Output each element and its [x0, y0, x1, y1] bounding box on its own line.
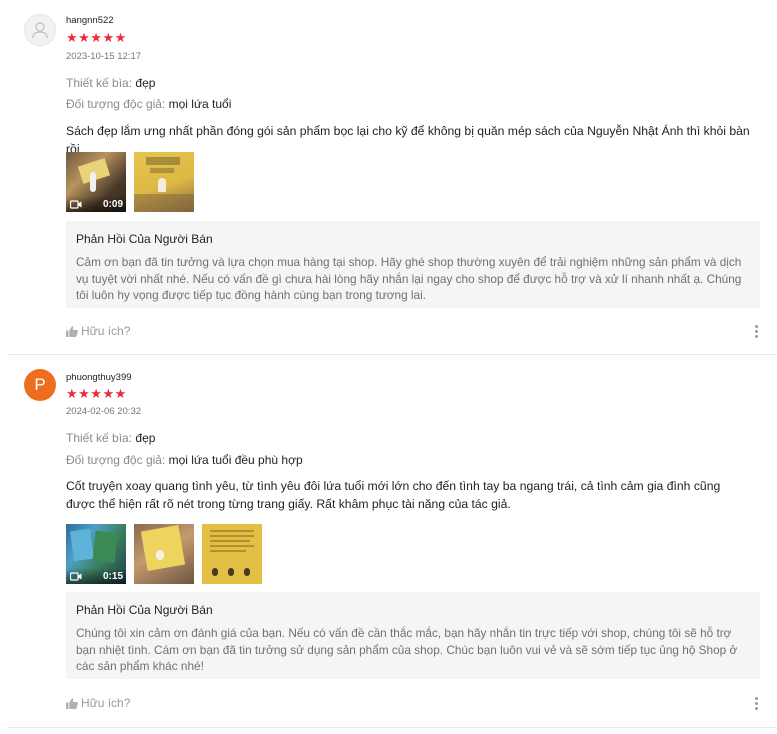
review-image-thumbnail[interactable] — [134, 152, 194, 212]
attribute-label: Thiết kế bìa: — [66, 431, 133, 445]
username[interactable]: hangnn522 — [66, 15, 114, 26]
review-divider — [8, 727, 777, 728]
helpful-button[interactable]: Hữu ích? — [66, 324, 130, 338]
attribute-cover-design: Thiết kế bìa: đẹp — [66, 76, 155, 90]
video-camera-icon — [70, 199, 82, 209]
review-video-thumbnail[interactable]: 0:15 — [66, 524, 126, 584]
attribute-label: Đối tượng độc giả: — [66, 453, 166, 467]
more-options-icon[interactable] — [755, 697, 759, 712]
avatar[interactable] — [24, 14, 56, 46]
video-overlay: 0:15 — [66, 568, 126, 584]
attribute-value: mọi lứa tuổi đều phù hợp — [168, 453, 303, 467]
seller-reply: Phản Hồi Của Người Bán Chúng tôi xin cảm… — [66, 592, 760, 679]
helpful-button[interactable]: Hữu ích? — [66, 696, 130, 710]
review-text: Cốt truyện xoay quang tình yêu, từ tình … — [66, 479, 721, 511]
review-image-thumbnail[interactable] — [134, 524, 194, 584]
thumbs-up-icon — [66, 325, 78, 337]
video-duration: 0:15 — [102, 570, 123, 582]
helpful-label: Hữu ích? — [81, 696, 131, 710]
seller-reply-text: Chúng tôi xin cảm ơn đánh giá của bạn. N… — [76, 626, 738, 673]
attribute-audience: Đối tượng độc giả: mọi lứa tuổi — [66, 97, 231, 111]
attribute-audience: Đối tượng độc giả: mọi lứa tuổi đều phù … — [66, 453, 303, 467]
video-overlay: 0:09 — [66, 196, 126, 212]
username[interactable]: phuongthuy399 — [66, 372, 132, 383]
video-duration: 0:09 — [102, 198, 123, 210]
attribute-value: mọi lứa tuổi — [168, 97, 232, 111]
thumbs-up-icon — [66, 697, 78, 709]
review-video-thumbnail[interactable]: 0:09 — [66, 152, 126, 212]
star-rating: ★★★★★ — [66, 30, 127, 45]
default-user-icon — [31, 22, 49, 39]
review-date: 2024-02-06 20:32 — [66, 406, 142, 417]
star-rating: ★★★★★ — [66, 386, 127, 401]
review-item: hangnn522 ★★★★★ 2023-10-15 12:17 Thiết k… — [0, 0, 777, 354]
avatar[interactable]: P — [24, 369, 56, 401]
review-date: 2023-10-15 12:17 — [66, 51, 142, 62]
review-item: P phuongthuy399 ★★★★★ 2024-02-06 20:32 T… — [0, 355, 777, 727]
helpful-label: Hữu ích? — [81, 324, 131, 338]
seller-reply-text: Cảm ơn bạn đã tin tưởng và lựa chọn mua … — [76, 255, 742, 302]
attribute-label: Đối tượng độc giả: — [66, 97, 166, 111]
seller-reply-title: Phản Hồi Của Người Bán — [76, 232, 213, 246]
seller-reply-title: Phản Hồi Của Người Bán — [76, 603, 213, 617]
attribute-cover-design: Thiết kế bìa: đẹp — [66, 431, 155, 445]
video-camera-icon — [70, 571, 82, 581]
seller-reply: Phản Hồi Của Người Bán Cảm ơn bạn đã tin… — [66, 221, 760, 308]
attribute-value: đẹp — [135, 431, 156, 445]
review-image-thumbnail[interactable] — [202, 524, 262, 584]
more-options-icon[interactable] — [755, 325, 759, 340]
attribute-value: đẹp — [135, 76, 156, 90]
attribute-label: Thiết kế bìa: — [66, 76, 133, 90]
